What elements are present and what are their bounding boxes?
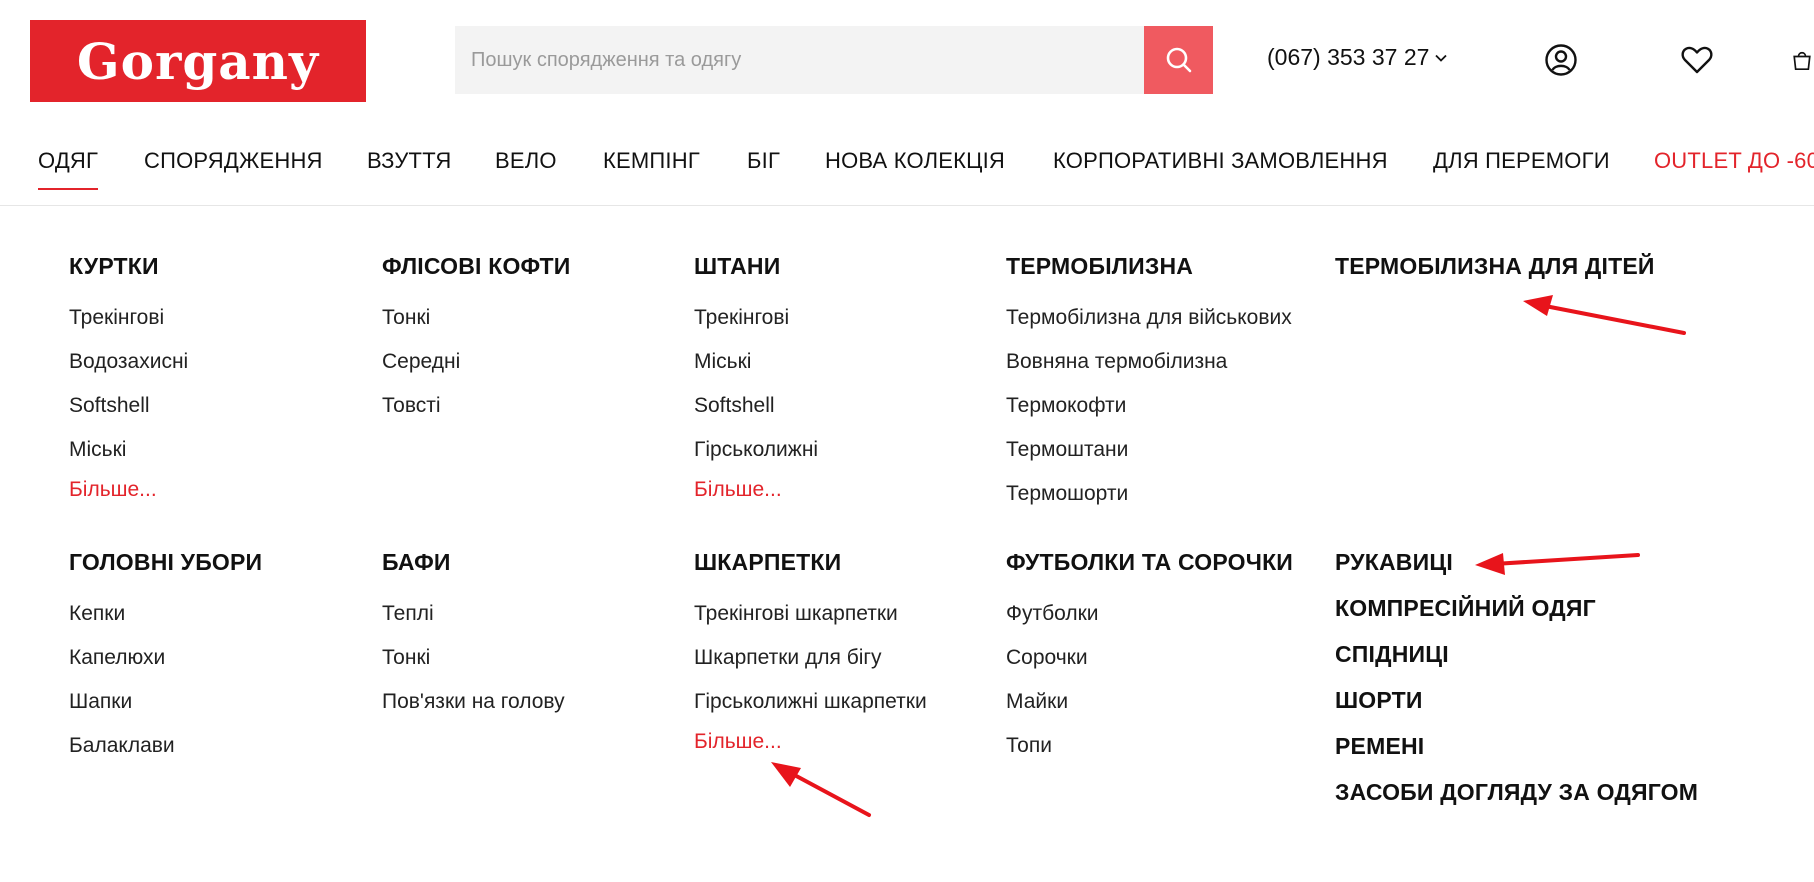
nav-item-bike[interactable]: ВЕЛО: [495, 148, 557, 188]
category-title[interactable]: ТЕРМОБІЛИЗНА: [1006, 253, 1292, 280]
category-link[interactable]: Футболки: [1006, 592, 1293, 636]
nav-item-equipment[interactable]: СПОРЯДЖЕННЯ: [144, 148, 323, 188]
heart-icon: [1681, 46, 1713, 74]
category-title[interactable]: КУРТКИ: [69, 253, 188, 280]
nav-item-new-collection[interactable]: НОВА КОЛЕКЦІЯ: [825, 148, 1005, 188]
category-link[interactable]: Майки: [1006, 680, 1293, 724]
category-link[interactable]: Пов'язки на голову: [382, 680, 565, 724]
menu-column-pants: ШТАНИ Трекінгові Міські Softshell Гірськ…: [694, 253, 818, 502]
menu-column-headwear: ГОЛОВНІ УБОРИ Кепки Капелюхи Шапки Балак…: [69, 549, 262, 768]
category-title-shorts[interactable]: ШОРТИ: [1335, 677, 1698, 723]
menu-column-buffs: БАФИ Теплі Тонкі Пов'язки на голову: [382, 549, 565, 724]
category-link[interactable]: Softshell: [694, 384, 818, 428]
phone-number: (067) 353 37 27: [1267, 44, 1430, 70]
site-header: Gorgany (067) 353 37 27: [0, 0, 1814, 120]
logo-text: Gorgany: [76, 31, 320, 91]
account-button[interactable]: [1541, 40, 1581, 80]
more-link[interactable]: Більше...: [694, 478, 818, 502]
category-link[interactable]: Трекінгові: [69, 296, 188, 340]
category-title-care[interactable]: ЗАСОБИ ДОГЛЯДУ ЗА ОДЯГОМ: [1335, 769, 1698, 815]
category-link[interactable]: Тонкі: [382, 296, 570, 340]
category-link[interactable]: Шапки: [69, 680, 262, 724]
nav-item-outlet[interactable]: OUTLET ДО -60%: [1654, 148, 1814, 188]
category-link[interactable]: Гірськолижні шкарпетки: [694, 680, 927, 724]
category-link[interactable]: Термоштани: [1006, 428, 1292, 472]
category-link[interactable]: Трекінгові: [694, 296, 818, 340]
category-link[interactable]: Softshell: [69, 384, 188, 428]
category-link[interactable]: Термошорти: [1006, 472, 1292, 516]
category-title-gloves[interactable]: РУКАВИЦІ: [1335, 539, 1698, 585]
category-title-compression[interactable]: КОМПРЕСІЙНИЙ ОДЯГ: [1335, 585, 1698, 631]
search-icon: [1166, 47, 1191, 73]
wishlist-button[interactable]: [1677, 40, 1717, 80]
cart-button[interactable]: [1790, 40, 1814, 80]
category-link[interactable]: Середні: [382, 340, 570, 384]
nav-item-footwear[interactable]: ВЗУТТЯ: [367, 148, 451, 188]
mega-menu: КУРТКИ Трекінгові Водозахисні Softshell …: [0, 207, 1814, 882]
category-link[interactable]: Тонкі: [382, 636, 565, 680]
category-link[interactable]: Термокофти: [1006, 384, 1292, 428]
category-link[interactable]: Термобілизна для військових: [1006, 296, 1292, 340]
category-link[interactable]: Міські: [694, 340, 818, 384]
nav-item-clothing[interactable]: ОДЯГ: [38, 148, 99, 190]
category-link[interactable]: Водозахисні: [69, 340, 188, 384]
nav-item-running[interactable]: БІГ: [747, 148, 780, 188]
nav-item-corporate-orders[interactable]: КОРПОРАТИВНІ ЗАМОВЛЕННЯ: [1053, 148, 1388, 188]
search-input[interactable]: [455, 26, 1145, 94]
category-title[interactable]: ГОЛОВНІ УБОРИ: [69, 549, 262, 576]
menu-column-other-categories: РУКАВИЦІ КОМПРЕСІЙНИЙ ОДЯГ СПІДНИЦІ ШОРТ…: [1335, 539, 1698, 815]
search-button[interactable]: [1144, 26, 1213, 94]
category-title[interactable]: ФЛІСОВІ КОФТИ: [382, 253, 570, 280]
nav-item-camping[interactable]: КЕМПІНГ: [603, 148, 700, 188]
category-title[interactable]: БАФИ: [382, 549, 565, 576]
user-circle-icon: [1545, 44, 1577, 76]
category-link[interactable]: Вовняна термобілизна: [1006, 340, 1292, 384]
menu-column-jackets: КУРТКИ Трекінгові Водозахисні Softshell …: [69, 253, 188, 502]
category-link[interactable]: Гірськолижні: [694, 428, 818, 472]
category-link[interactable]: Товсті: [382, 384, 570, 428]
search-bar: [455, 26, 1213, 94]
category-link[interactable]: Сорочки: [1006, 636, 1293, 680]
category-link[interactable]: Топи: [1006, 724, 1293, 768]
chevron-down-icon: [1435, 54, 1448, 62]
menu-column-fleece: ФЛІСОВІ КОФТИ Тонкі Середні Товсті: [382, 253, 570, 428]
category-link[interactable]: Кепки: [69, 592, 262, 636]
category-link[interactable]: Капелюхи: [69, 636, 262, 680]
menu-column-kids-thermal: ТЕРМОБІЛИЗНА ДЛЯ ДІТЕЙ: [1335, 253, 1655, 296]
more-link[interactable]: Більше...: [694, 730, 927, 754]
menu-column-thermal: ТЕРМОБІЛИЗНА Термобілизна для військових…: [1006, 253, 1292, 516]
nav-item-for-victory[interactable]: ДЛЯ ПЕРЕМОГИ: [1433, 148, 1610, 188]
category-title-skirts[interactable]: СПІДНИЦІ: [1335, 631, 1698, 677]
phone-dropdown[interactable]: (067) 353 37 27: [1267, 44, 1448, 71]
cart-icon: [1793, 51, 1811, 71]
category-link[interactable]: Шкарпетки для бігу: [694, 636, 927, 680]
menu-column-tshirts: ФУТБОЛКИ ТА СОРОЧКИ Футболки Сорочки Май…: [1006, 549, 1293, 768]
category-title[interactable]: ШКАРПЕТКИ: [694, 549, 927, 576]
gorgany-logo[interactable]: Gorgany: [30, 20, 366, 102]
main-nav: ОДЯГ СПОРЯДЖЕННЯ ВЗУТТЯ ВЕЛО КЕМПІНГ БІГ…: [0, 142, 1814, 206]
category-link[interactable]: Трекінгові шкарпетки: [694, 592, 927, 636]
category-link[interactable]: Теплі: [382, 592, 565, 636]
category-title[interactable]: ТЕРМОБІЛИЗНА ДЛЯ ДІТЕЙ: [1335, 253, 1655, 280]
category-title[interactable]: ШТАНИ: [694, 253, 818, 280]
category-title[interactable]: ФУТБОЛКИ ТА СОРОЧКИ: [1006, 549, 1293, 576]
menu-column-socks: ШКАРПЕТКИ Трекінгові шкарпетки Шкарпетки…: [694, 549, 927, 754]
category-link[interactable]: Балаклави: [69, 724, 262, 768]
more-link[interactable]: Більше...: [69, 478, 188, 502]
category-link[interactable]: Міські: [69, 428, 188, 472]
category-title-belts[interactable]: РЕМЕНІ: [1335, 723, 1698, 769]
